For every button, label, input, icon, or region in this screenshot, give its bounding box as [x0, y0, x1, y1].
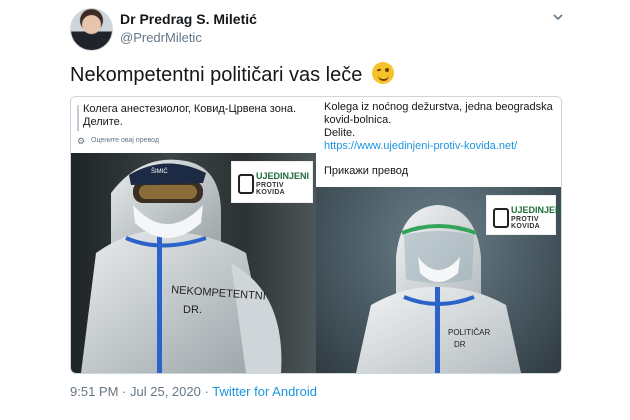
left-logo: UJEDINJENI PROTIV KOVIDA [231, 161, 313, 203]
left-photo[interactable]: ŠIMIĆ NEKOMPETENTNI DR. UJEDINJENI PROTI… [71, 153, 316, 373]
tweet-body: Nekompetentni političari vas leče [70, 64, 363, 86]
author-avatar[interactable] [70, 8, 113, 51]
right-caption: Kolega iz noćnog dežurstva, jedna beogra… [316, 97, 561, 187]
left-suit-text-2: DR. [183, 304, 202, 316]
right-caption-line2: kovid-bolnica. [324, 114, 392, 126]
tweet-source[interactable]: Twitter for Android [212, 384, 317, 399]
logo-mark-icon [493, 208, 509, 228]
tweet-meta: 9:51 PM · Jul 25, 2020 · Twitter for And… [70, 384, 317, 399]
logo-mark-icon [238, 174, 254, 194]
right-caption-link[interactable]: https://www.ujedinjeni-protiv-kovida.net… [324, 140, 556, 153]
right-suit-text-1: POLITIČAR [448, 328, 490, 337]
author-name[interactable]: Dr Predrag S. Miletić [120, 11, 257, 27]
chevron-down-icon[interactable] [551, 10, 565, 24]
cap-text: ŠIMIĆ [151, 168, 168, 175]
right-logo-line1: UJEDINJENI [511, 205, 561, 215]
left-translate[interactable]: Оцените овај превод [91, 137, 159, 144]
left-caption-line1: Колега анестезиолог, Ковид-Црвена зона. [83, 103, 297, 115]
tweet-media[interactable]: Колега анестезиолог, Ковид-Црвена зона. … [70, 96, 562, 374]
right-logo: UJEDINJENI PROTIV KOVIDA [486, 195, 561, 235]
right-caption-line1: Kolega iz noćnog dežurstva, jedna beogra… [324, 101, 553, 113]
right-caption-line3: Delite. [324, 127, 356, 139]
left-logo-line1: UJEDINJENI [256, 171, 310, 181]
left-caption: Колега анестезиолог, Ковид-Црвена зона. … [71, 97, 316, 153]
gear-icon: ⚙ [77, 136, 86, 146]
right-suit-text-2: DR [454, 340, 466, 349]
right-translate[interactable]: Прикажи превод [324, 165, 408, 177]
quote-bar [77, 105, 79, 131]
meta-separator: · [122, 384, 127, 399]
author-handle[interactable]: @PredrMiletic [120, 30, 202, 45]
left-logo-line2: PROTIV KOVIDA [256, 182, 286, 196]
tweet-date[interactable]: Jul 25, 2020 [130, 384, 201, 399]
right-photo[interactable]: POLITIČAR DR UJEDINJENI PROTIV KOVIDA [316, 187, 561, 373]
winking-face-icon [371, 62, 394, 84]
left-caption-line2: Делите. [83, 116, 123, 128]
tweet-text: Nekompetentni političari vas leče [70, 62, 394, 87]
right-logo-line2: PROTIV KOVIDA [511, 216, 541, 230]
tweet-time[interactable]: 9:51 PM [70, 384, 118, 399]
meta-separator: · [204, 384, 209, 399]
